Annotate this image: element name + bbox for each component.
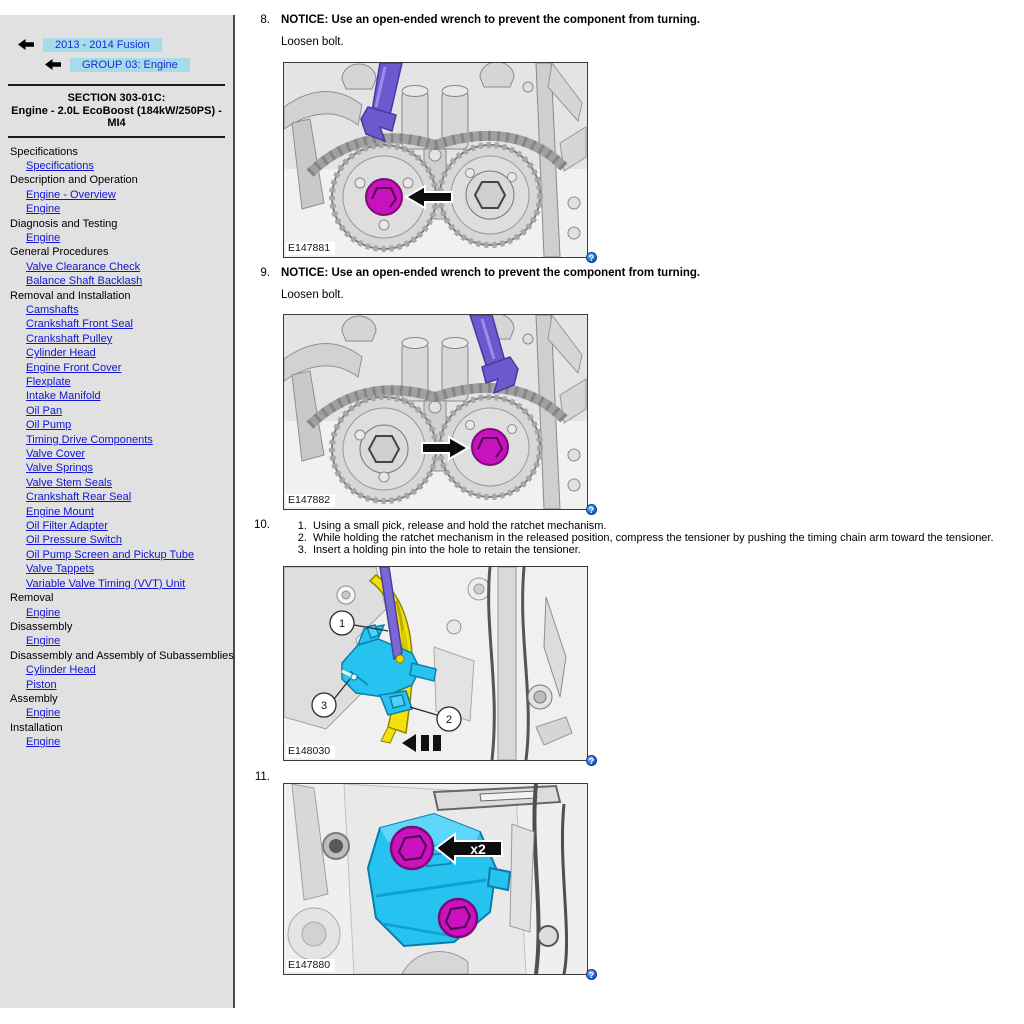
section-title-line1: SECTION 303-01C: (4, 92, 229, 105)
nav-category-description-and-operation: Description and Operation (10, 173, 233, 187)
nav-link-valve-tappets[interactable]: Valve Tappets (26, 562, 94, 576)
tensioner-illustration: 1 3 2 (284, 567, 587, 760)
step-number: 9. (250, 266, 270, 510)
nav-link-crankshaft-front-seal[interactable]: Crankshaft Front Seal (26, 317, 133, 331)
svg-text:3: 3 (321, 700, 327, 712)
section-title: SECTION 303-01C: Engine - 2.0L EcoBoost … (0, 92, 233, 130)
figure-e147881: E147881 ? (283, 62, 588, 258)
nav-category-disassembly-and-assembly-of-subassemblies: Disassembly and Assembly of Subassemblie… (10, 649, 233, 663)
figure-id-label: E147881 (286, 242, 335, 255)
substep-list: Using a small pick, release and hold the… (281, 520, 1020, 556)
substep-item: While holding the ratchet mechanism in t… (310, 532, 1020, 544)
section-title-line2: Engine - 2.0L EcoBoost (184kW/250PS) - M… (4, 105, 229, 130)
tensioner-bolt-bottom (439, 899, 477, 937)
nav-link-crankshaft-pulley[interactable]: Crankshaft Pulley (26, 332, 112, 346)
nav-link-oil-filter-adapter[interactable]: Oil Filter Adapter (26, 519, 108, 533)
figure-e148030: 1 3 2 (283, 566, 588, 761)
nav-link-oil-pressure-switch[interactable]: Oil Pressure Switch (26, 533, 122, 547)
help-icon[interactable]: ? (586, 504, 597, 515)
nav-link-oil-pan[interactable]: Oil Pan (26, 404, 62, 418)
step-instruction: Loosen bolt. (281, 288, 1020, 302)
nav-link-valve-clearance-check[interactable]: Valve Clearance Check (26, 260, 140, 274)
help-icon[interactable]: ? (586, 755, 597, 766)
step-9: 9. NOTICE: Use an open-ended wrench to p… (250, 266, 1020, 510)
nav-link-engine[interactable]: Engine (26, 735, 60, 749)
step-8: 8. NOTICE: Use an open-ended wrench to p… (250, 13, 1020, 258)
nav-link-crankshaft-rear-seal[interactable]: Crankshaft Rear Seal (26, 490, 131, 504)
figure-e147882: E147882 ? (283, 314, 588, 510)
nav-category-diagnosis-and-testing: Diagnosis and Testing (10, 217, 233, 231)
nav-link-oil-pump-screen-and-pickup-tube[interactable]: Oil Pump Screen and Pickup Tube (26, 548, 194, 562)
step-11: 11. (250, 770, 1020, 975)
svg-text:x2: x2 (470, 841, 486, 857)
svg-text:2: 2 (446, 714, 452, 726)
figure-frame: x2 E147880 ? (283, 783, 588, 975)
nav-category-specifications: Specifications (10, 145, 233, 159)
back-arrow-icon[interactable] (18, 39, 34, 50)
nav-category-removal: Removal (10, 591, 233, 605)
figure-e147880: x2 E147880 ? (283, 783, 588, 975)
figure-frame: 1 3 2 (283, 566, 588, 761)
nav-link-cylinder-head[interactable]: Cylinder Head (26, 346, 96, 360)
notice-text: NOTICE: Use an open-ended wrench to prev… (281, 266, 1020, 280)
nav-link-engine[interactable]: Engine (26, 706, 60, 720)
nav-link-camshafts[interactable]: Camshafts (26, 303, 79, 317)
nav-link-variable-valve-timing-vvt-unit[interactable]: Variable Valve Timing (VVT) Unit (26, 577, 185, 591)
nav-category-removal-and-installation: Removal and Installation (10, 289, 233, 303)
divider (8, 84, 225, 86)
nav-link-engine-mount[interactable]: Engine Mount (26, 505, 94, 519)
nav-link-specifications[interactable]: Specifications (26, 159, 94, 173)
nav-link-flexplate[interactable]: Flexplate (26, 375, 71, 389)
nav-category-general-procedures: General Procedures (10, 245, 233, 259)
tensioner-bolt-top (391, 827, 433, 869)
nav-link-engine[interactable]: Engine (26, 634, 60, 648)
figure-id-label: E148030 (286, 745, 335, 758)
figure-id-label: E147880 (286, 959, 335, 972)
help-icon[interactable]: ? (586, 252, 597, 263)
engine-illustration (284, 63, 587, 257)
nav-link-timing-drive-components[interactable]: Timing Drive Components (26, 433, 153, 447)
svg-text:1: 1 (339, 618, 345, 630)
divider (8, 136, 225, 138)
nav-link-cylinder-head[interactable]: Cylinder Head (26, 663, 96, 677)
nav-link-balance-shaft-backlash[interactable]: Balance Shaft Backlash (26, 274, 142, 288)
breadcrumb-vehicle-link[interactable]: 2013 - 2014 Fusion (43, 38, 162, 52)
tensioner-bolts-illustration: x2 (284, 784, 587, 974)
notice-text: NOTICE: Use an open-ended wrench to prev… (281, 13, 1020, 27)
figure-id-label: E147882 (286, 494, 335, 507)
figure-frame: E147881 ? (283, 62, 588, 258)
step-number: 8. (250, 13, 270, 258)
step-number: 10. (250, 518, 270, 761)
nav-category-assembly: Assembly (10, 692, 233, 706)
nav-category-installation: Installation (10, 721, 233, 735)
sidebar: 2013 - 2014 Fusion GROUP 03: Engine SECT… (0, 15, 235, 1008)
nav-link-engine[interactable]: Engine (26, 202, 60, 216)
nav-link-valve-cover[interactable]: Valve Cover (26, 447, 85, 461)
nav-link-engine-front-cover[interactable]: Engine Front Cover (26, 361, 121, 375)
nav-link-piston[interactable]: Piston (26, 678, 57, 692)
nav-link-engine[interactable]: Engine (26, 231, 60, 245)
engine-illustration (284, 315, 587, 509)
substep-item: Using a small pick, release and hold the… (310, 520, 1020, 532)
nav-link-valve-springs[interactable]: Valve Springs (26, 461, 93, 475)
nav-link-intake-manifold[interactable]: Intake Manifold (26, 389, 101, 403)
breadcrumb: 2013 - 2014 Fusion (0, 37, 233, 52)
help-icon[interactable]: ? (586, 969, 597, 980)
step-number: 11. (250, 770, 270, 975)
nav-category-disassembly: Disassembly (10, 620, 233, 634)
breadcrumb: GROUP 03: Engine (0, 57, 233, 72)
procedure-content: 8. NOTICE: Use an open-ended wrench to p… (250, 0, 1020, 975)
sidebar-nav: SpecificationsSpecificationsDescription … (0, 145, 233, 750)
back-arrow-icon[interactable] (45, 59, 61, 70)
nav-link-engine[interactable]: Engine (26, 606, 60, 620)
nav-link-oil-pump[interactable]: Oil Pump (26, 418, 71, 432)
step-instruction: Loosen bolt. (281, 35, 1020, 49)
substep-item: Insert a holding pin into the hole to re… (310, 544, 1020, 556)
nav-link-engine-overview[interactable]: Engine - Overview (26, 188, 116, 202)
figure-frame: E147882 ? (283, 314, 588, 510)
step-10: 10. Using a small pick, release and hold… (250, 518, 1020, 761)
nav-link-valve-stem-seals[interactable]: Valve Stem Seals (26, 476, 112, 490)
breadcrumb-group-link[interactable]: GROUP 03: Engine (70, 58, 190, 72)
